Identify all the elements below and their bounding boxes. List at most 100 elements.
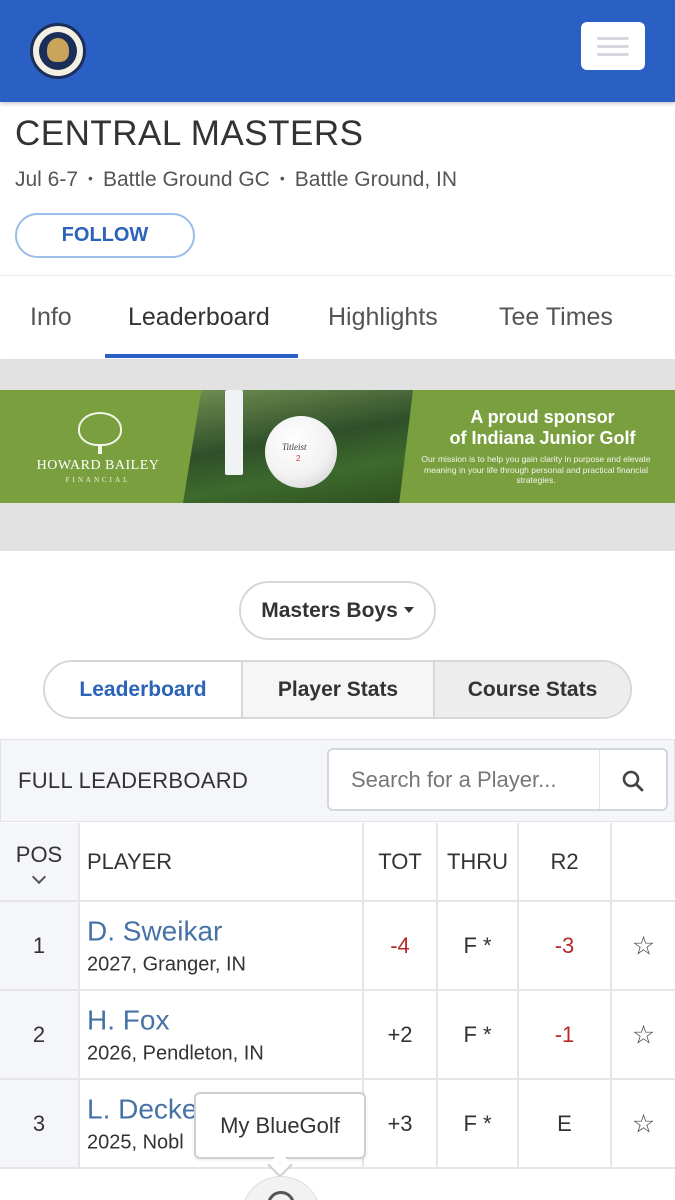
row-r2: -1 [519,991,612,1078]
separator-dot: • [88,170,93,186]
player-info: 2027, Granger, IN [87,953,246,975]
event-dates: Jul 6-7 [15,168,79,191]
row-pos: 1 [0,902,80,989]
row-thru: F * [438,902,519,989]
col-thru-header: THRU [438,823,519,900]
separator-dot: • [279,170,285,186]
row-tot: +3 [364,1080,438,1167]
ad-container: HOWARD BAILEY FINANCIAL Titleist 2 A pro… [0,360,675,551]
tab-leaderboard[interactable]: Leaderboard [128,276,270,360]
tot-value: -4 [390,932,410,958]
event-location: Battle Ground, IN [294,168,458,191]
my-bluegolf-tooltip: My BlueGolf [194,1092,366,1159]
player-name-link[interactable]: D. Sweikar [87,915,362,947]
tab-tee-times[interactable]: Tee Times [499,276,613,360]
ad-brand-sub: FINANCIAL [65,476,131,484]
row-r2: -3 [519,902,612,989]
col-player-label: PLAYER [87,848,173,874]
player-info: 2026, Pendleton, IN [87,1042,264,1064]
col-thru-label: THRU [446,848,509,874]
table-row[interactable]: 1 D. Sweikar 2027, Granger, IN -4 F * -3… [0,902,675,991]
ad-headline: A proud sponsor of Indiana Junior Golf [420,407,665,449]
col-favorite-header [612,823,675,900]
col-tot-label: TOT [378,848,422,874]
tot-value: +3 [387,1110,413,1136]
hamburger-icon-line [597,53,629,56]
caret-down-icon [403,607,414,613]
ad-headline-line-1: A proud sponsor [470,407,615,427]
col-r2-header: R2 [519,823,612,900]
r2-value: -3 [554,932,575,958]
row-favorite: ☆ [612,1080,675,1167]
tree-icon [78,412,122,446]
col-pos-header[interactable]: POS [0,823,80,900]
follow-button[interactable]: FOLLOW [15,213,195,258]
flag-pin-icon [225,390,243,475]
active-tab-indicator [105,354,298,358]
row-thru: F * [438,991,519,1078]
pos-value: 3 [32,1110,46,1136]
hamburger-icon-line [597,45,629,48]
ad-headline-line-2: of Indiana Junior Golf [449,428,636,448]
event-meta: Jul 6-7 • Battle Ground GC • Battle Ground, … [15,168,457,192]
ball-brand: Titleist [282,442,307,452]
table-header-row: POS PLAYER TOT THRU R2 [0,823,675,902]
event-course: Battle Ground GC [102,168,270,191]
event-tabs: Info Leaderboard Highlights Tee Times [0,275,675,359]
player-search [327,748,668,811]
leaderboard-toolbar: FULL LEADERBOARD [0,739,675,822]
row-favorite: ☆ [612,991,675,1078]
division-dropdown[interactable]: Masters Boys [239,581,436,640]
row-player: H. Fox 2026, Pendleton, IN [80,991,364,1078]
pos-value: 2 [32,1021,46,1047]
segment-player-stats[interactable]: Player Stats [241,662,433,717]
hamburger-icon [597,37,629,40]
col-player-header: PLAYER [80,823,364,900]
division-selected: Masters Boys [261,599,398,622]
user-icon [267,1191,295,1200]
ad-mission-text: Our mission is to help you gain clarity … [421,454,651,485]
row-player: D. Sweikar 2027, Granger, IN [80,902,364,989]
row-thru: F * [438,1080,519,1167]
golf-ball-icon [265,416,337,488]
leaderboard-title: FULL LEADERBOARD [18,768,249,793]
sort-chevron-down-icon [31,869,47,884]
star-outline-icon[interactable]: ☆ [632,1019,655,1050]
tab-info[interactable]: Info [30,276,72,360]
row-pos: 2 [0,991,80,1078]
golfer-figure-icon [47,38,69,62]
row-r2: E [519,1080,612,1167]
row-pos: 3 [0,1080,80,1167]
pos-value: 1 [32,932,46,958]
segment-course-stats[interactable]: Course Stats [433,662,630,717]
thru-value: F * [463,1110,492,1136]
my-bluegolf-button[interactable] [241,1176,321,1200]
search-divider [599,750,600,809]
col-tot-header: TOT [364,823,438,900]
row-favorite: ☆ [612,902,675,989]
col-r2-label: R2 [550,848,579,874]
tab-highlights[interactable]: Highlights [328,276,438,360]
star-outline-icon[interactable]: ☆ [632,1108,655,1139]
table-row[interactable]: 2 H. Fox 2026, Pendleton, IN +2 F * -1 ☆ [0,991,675,1080]
leaderboard-view-switch: Leaderboard Player Stats Course Stats [43,660,632,719]
segment-leaderboard[interactable]: Leaderboard [45,662,241,717]
star-outline-icon[interactable]: ☆ [632,930,655,961]
row-tot: -4 [364,902,438,989]
search-icon[interactable] [621,769,645,793]
tree-trunk-icon [98,444,102,454]
col-pos-label: POS [15,841,63,867]
sponsor-ad-banner[interactable]: HOWARD BAILEY FINANCIAL Titleist 2 A pro… [0,390,675,503]
indiana-golf-foundation-logo[interactable] [30,23,86,79]
ad-brand-name: HOWARD BAILEY [36,458,160,473]
r2-value: E [557,1110,572,1136]
player-name-link[interactable]: H. Fox [87,1004,362,1036]
thru-value: F * [463,932,492,958]
player-search-input[interactable] [351,750,601,809]
r2-value: -1 [554,1021,575,1047]
top-nav-bar [0,0,675,102]
ball-number: 2 [296,454,301,463]
event-title: CENTRAL MASTERS [15,114,364,153]
tot-value: +2 [387,1021,413,1047]
hamburger-menu-button[interactable] [581,22,645,70]
